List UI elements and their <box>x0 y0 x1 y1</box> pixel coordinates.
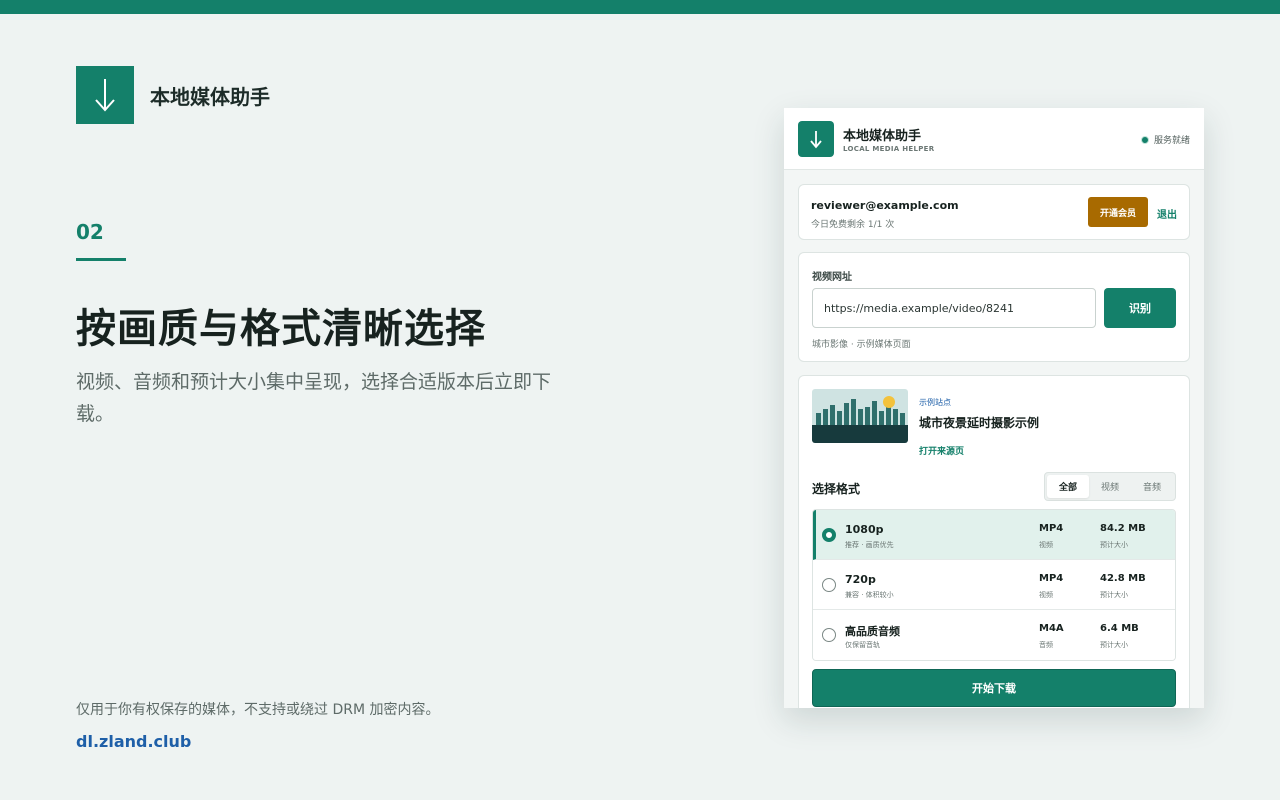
top-accent-bar <box>0 0 1280 14</box>
status-dot-icon <box>1140 135 1149 144</box>
url-hint: 城市影像 · 示例媒体页面 <box>812 340 911 350</box>
url-input[interactable] <box>812 288 1096 328</box>
media-title: 城市夜景延时摄影示例 <box>919 416 1040 430</box>
file-size: 6.4 MB <box>1100 623 1139 634</box>
tab-audio[interactable]: 音频 <box>1131 475 1173 498</box>
step-underline <box>76 258 126 261</box>
container-format: MP4 <box>1039 573 1064 584</box>
open-source-link[interactable]: 打开来源页 <box>919 444 964 457</box>
media-thumbnail <box>812 389 908 443</box>
format-row[interactable]: 720p 兼容 · 体积较小 MP4 视频 42.8 MB 预计大小 <box>813 560 1175 610</box>
detect-button[interactable]: 识别 <box>1104 288 1176 328</box>
brand-name: 本地媒体助手 <box>150 84 270 109</box>
service-status: 服务就绪 <box>1140 133 1190 146</box>
panel-title: 本地媒体助手 <box>843 129 922 144</box>
container-format: M4A <box>1039 623 1064 634</box>
account-email: reviewer@example.com <box>811 199 959 212</box>
radio-selected-icon[interactable] <box>822 528 836 542</box>
size-label: 预计大小 <box>1100 591 1128 599</box>
drm-disclaimer: 仅用于你有权保存的媒体，不支持或绕过 DRM 加密内容。 <box>76 702 440 718</box>
quality-note: 仅保留音轨 <box>845 641 880 649</box>
radio-icon[interactable] <box>822 628 836 642</box>
container-format: MP4 <box>1039 523 1064 534</box>
format-label: 选择格式 <box>812 482 861 496</box>
start-download-button[interactable]: 开始下载 <box>812 669 1176 707</box>
format-row[interactable]: 高品质音频 仅保留音轨 M4A 音频 6.4 MB 预计大小 <box>813 610 1175 660</box>
download-arrow-icon <box>798 121 834 157</box>
format-filter-tabs: 全部 视频 音频 <box>1044 472 1176 501</box>
hero-subtitle: 视频、音频和预计大小集中呈现，选择合适版本后立即下载。 <box>76 371 552 425</box>
download-arrow-icon <box>76 66 134 124</box>
url-card: 视频网址 识别 城市影像 · 示例媒体页面 <box>798 252 1190 362</box>
vip-button[interactable]: 开通会员 <box>1088 197 1148 227</box>
tab-all[interactable]: 全部 <box>1047 475 1089 498</box>
media-kind: 视频 <box>1039 541 1053 549</box>
url-label: 视频网址 <box>812 272 852 283</box>
brand: 本地媒体助手 <box>76 66 270 124</box>
media-kind: 视频 <box>1039 591 1053 599</box>
site-link[interactable]: dl.zland.club <box>76 732 191 751</box>
status-text: 服务就绪 <box>1153 136 1190 146</box>
format-list: 1080p 推荐 · 画质优先 MP4 视频 84.2 MB 预计大小 720p… <box>812 509 1176 661</box>
media-card: 示例站点 城市夜景延时摄影示例 打开来源页 选择格式 全部 视频 音频 1080… <box>798 375 1190 708</box>
quality-note: 兼容 · 体积较小 <box>845 591 894 599</box>
tab-video[interactable]: 视频 <box>1089 475 1131 498</box>
quality-name: 720p <box>845 573 876 586</box>
helper-panel: 本地媒体助手 LOCAL MEDIA HELPER 服务就绪 reviewer@… <box>784 108 1204 708</box>
hero-title: 按画质与格式清晰选择 <box>76 306 486 352</box>
quality-note: 推荐 · 画质优先 <box>845 541 894 549</box>
file-size: 42.8 MB <box>1100 573 1146 584</box>
account-card: reviewer@example.com 今日免费剩余 1/1 次 开通会员 退… <box>798 184 1190 240</box>
quality-name: 1080p <box>845 523 884 536</box>
format-row[interactable]: 1080p 推荐 · 画质优先 MP4 视频 84.2 MB 预计大小 <box>813 510 1175 560</box>
panel-header: 本地媒体助手 LOCAL MEDIA HELPER 服务就绪 <box>784 108 1204 170</box>
size-label: 预计大小 <box>1100 541 1128 549</box>
logout-link[interactable]: 退出 <box>1157 206 1177 221</box>
file-size: 84.2 MB <box>1100 523 1146 534</box>
media-site: 示例站点 <box>919 398 951 407</box>
step-number: 02 <box>76 220 104 244</box>
size-label: 预计大小 <box>1100 641 1128 649</box>
free-quota: 今日免费剩余 1/1 次 <box>811 220 895 230</box>
quality-name: 高品质音频 <box>845 625 900 638</box>
media-kind: 音频 <box>1039 641 1053 649</box>
panel-subtitle: LOCAL MEDIA HELPER <box>843 145 935 153</box>
radio-icon[interactable] <box>822 578 836 592</box>
